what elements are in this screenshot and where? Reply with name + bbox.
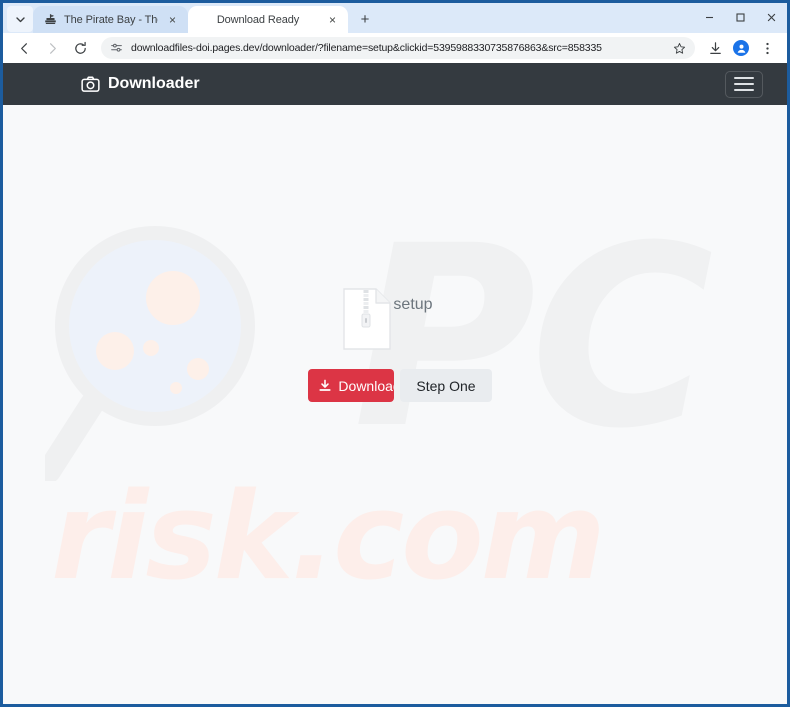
download-card: setup Download Step One (3, 105, 787, 704)
file-preview: setup (343, 288, 433, 355)
tab-title: Download Ready (216, 13, 300, 26)
pirate-ship-icon (43, 13, 57, 27)
maximize-button[interactable] (725, 3, 756, 32)
profile-avatar-icon[interactable] (729, 36, 753, 60)
browser-tab-download-ready[interactable]: Download Ready × (188, 6, 348, 33)
tab-search-caret-icon[interactable] (7, 6, 33, 32)
star-icon[interactable] (673, 42, 686, 55)
close-window-button[interactable] (756, 3, 787, 32)
back-button-icon[interactable] (11, 35, 37, 61)
address-bar[interactable]: downloadfiles-doi.pages.dev/downloader/?… (101, 37, 695, 59)
browser-tab-pirate-bay[interactable]: The Pirate Bay - The galaxy's m × (33, 6, 188, 33)
download-button[interactable]: Download (308, 369, 395, 402)
tab-close-icon[interactable]: × (325, 12, 340, 27)
page-viewport: Downloader PC risk.com setup Downloa Ste… (3, 63, 787, 704)
hamburger-menu-icon[interactable] (725, 70, 763, 98)
three-dot-menu-icon[interactable] (755, 36, 779, 60)
step-one-button[interactable]: Step One (400, 369, 492, 402)
browser-toolbar: downloadfiles-doi.pages.dev/downloader/?… (3, 33, 787, 63)
new-tab-button[interactable]: + (352, 6, 378, 32)
reload-button-icon[interactable] (67, 35, 93, 61)
tab-close-icon[interactable]: × (165, 12, 180, 27)
minimize-button[interactable] (694, 3, 725, 32)
hamburger-bar (734, 77, 754, 79)
downloads-icon[interactable] (703, 36, 727, 60)
zip-file-icon (343, 288, 392, 355)
window-controls (694, 3, 787, 32)
tab-strip: The Pirate Bay - The galaxy's m × Downlo… (3, 3, 787, 33)
step-one-button-label: Step One (416, 377, 476, 394)
download-button-label: Download (338, 377, 394, 394)
tab-title: The Pirate Bay - The galaxy's m (64, 13, 158, 26)
download-arrow-icon (318, 379, 332, 393)
hamburger-bar (734, 89, 754, 91)
action-buttons: Download Step One (308, 369, 492, 402)
site-brand-label: Downloader (108, 75, 200, 92)
site-brand[interactable]: Downloader (81, 75, 200, 94)
avatar (733, 40, 749, 56)
camera-icon (81, 75, 100, 94)
hamburger-bar (734, 83, 754, 85)
file-name-label: setup (393, 296, 433, 313)
browser-window: The Pirate Bay - The galaxy's m × Downlo… (0, 0, 790, 707)
site-navbar: Downloader (3, 63, 787, 105)
site-settings-icon[interactable] (110, 42, 123, 55)
forward-button-icon[interactable] (39, 35, 65, 61)
address-bar-url: downloadfiles-doi.pages.dev/downloader/?… (131, 42, 602, 54)
